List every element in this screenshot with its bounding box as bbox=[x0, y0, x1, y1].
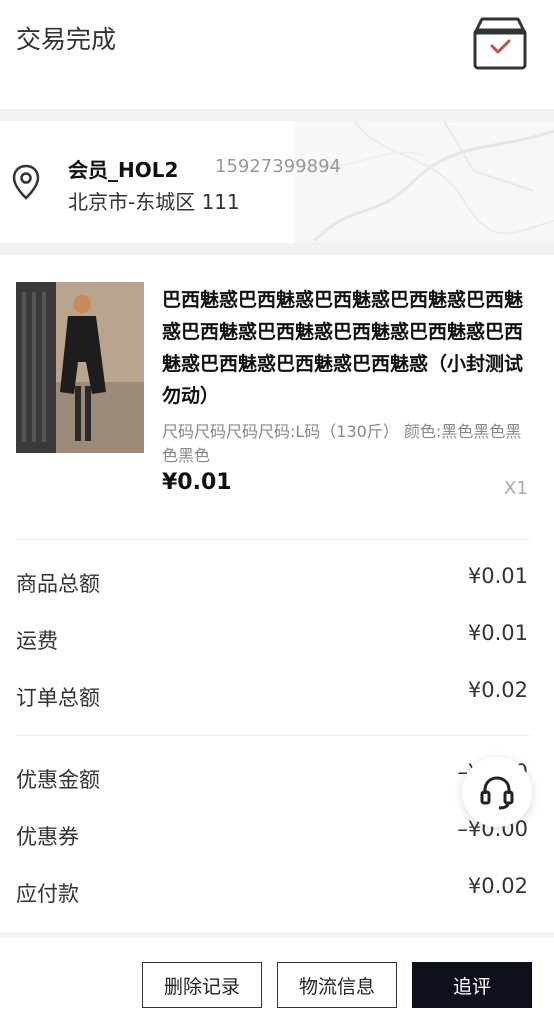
shipping-label: 运费 bbox=[16, 629, 58, 653]
divider bbox=[16, 735, 530, 736]
payable-value: ¥0.02 bbox=[467, 874, 528, 898]
follow-up-review-button[interactable]: 追评 bbox=[412, 962, 532, 1008]
product-title[interactable]: 巴西魅惑巴西魅惑巴西魅惑巴西魅惑巴西魅惑巴西魅惑巴西魅惑巴西魅惑巴西魅惑巴西魅惑… bbox=[162, 284, 524, 412]
goods-total-value: ¥0.01 bbox=[467, 564, 528, 588]
order-total-value: ¥0.02 bbox=[467, 678, 528, 702]
recipient-address: 北京市-东城区 111 bbox=[68, 190, 240, 214]
product-price: ¥0.01 bbox=[162, 470, 232, 495]
recipient-name: 会员_HOL2 bbox=[68, 158, 179, 182]
location-pin-icon bbox=[12, 164, 40, 200]
package-icon bbox=[472, 16, 528, 72]
product-spec: 尺码尺码尺码尺码:L码（130斤） 颜色:黑色黑色黑色黑色 bbox=[162, 422, 522, 465]
map-background bbox=[294, 121, 554, 243]
order-total-label: 订单总额 bbox=[16, 686, 100, 710]
section-gap bbox=[0, 109, 554, 121]
product-thumbnail[interactable] bbox=[16, 282, 144, 453]
goods-total-label: 商品总额 bbox=[16, 572, 100, 596]
section-gap bbox=[0, 932, 554, 938]
coupon-label: 优惠券 bbox=[16, 825, 79, 849]
page-title: 交易完成 bbox=[16, 25, 117, 54]
payable-label: 应付款 bbox=[16, 882, 79, 906]
customer-service-button[interactable] bbox=[462, 757, 532, 827]
divider bbox=[16, 539, 530, 540]
logistics-info-button[interactable]: 物流信息 bbox=[277, 962, 397, 1008]
headset-icon bbox=[480, 776, 514, 810]
discount-amount-label: 优惠金额 bbox=[16, 768, 100, 792]
shipping-value: ¥0.01 bbox=[467, 621, 528, 645]
product-quantity: X1 bbox=[504, 478, 528, 499]
section-gap bbox=[0, 243, 554, 255]
recipient-phone: 15927399894 bbox=[215, 156, 341, 177]
delete-record-button[interactable]: 删除记录 bbox=[142, 962, 262, 1008]
